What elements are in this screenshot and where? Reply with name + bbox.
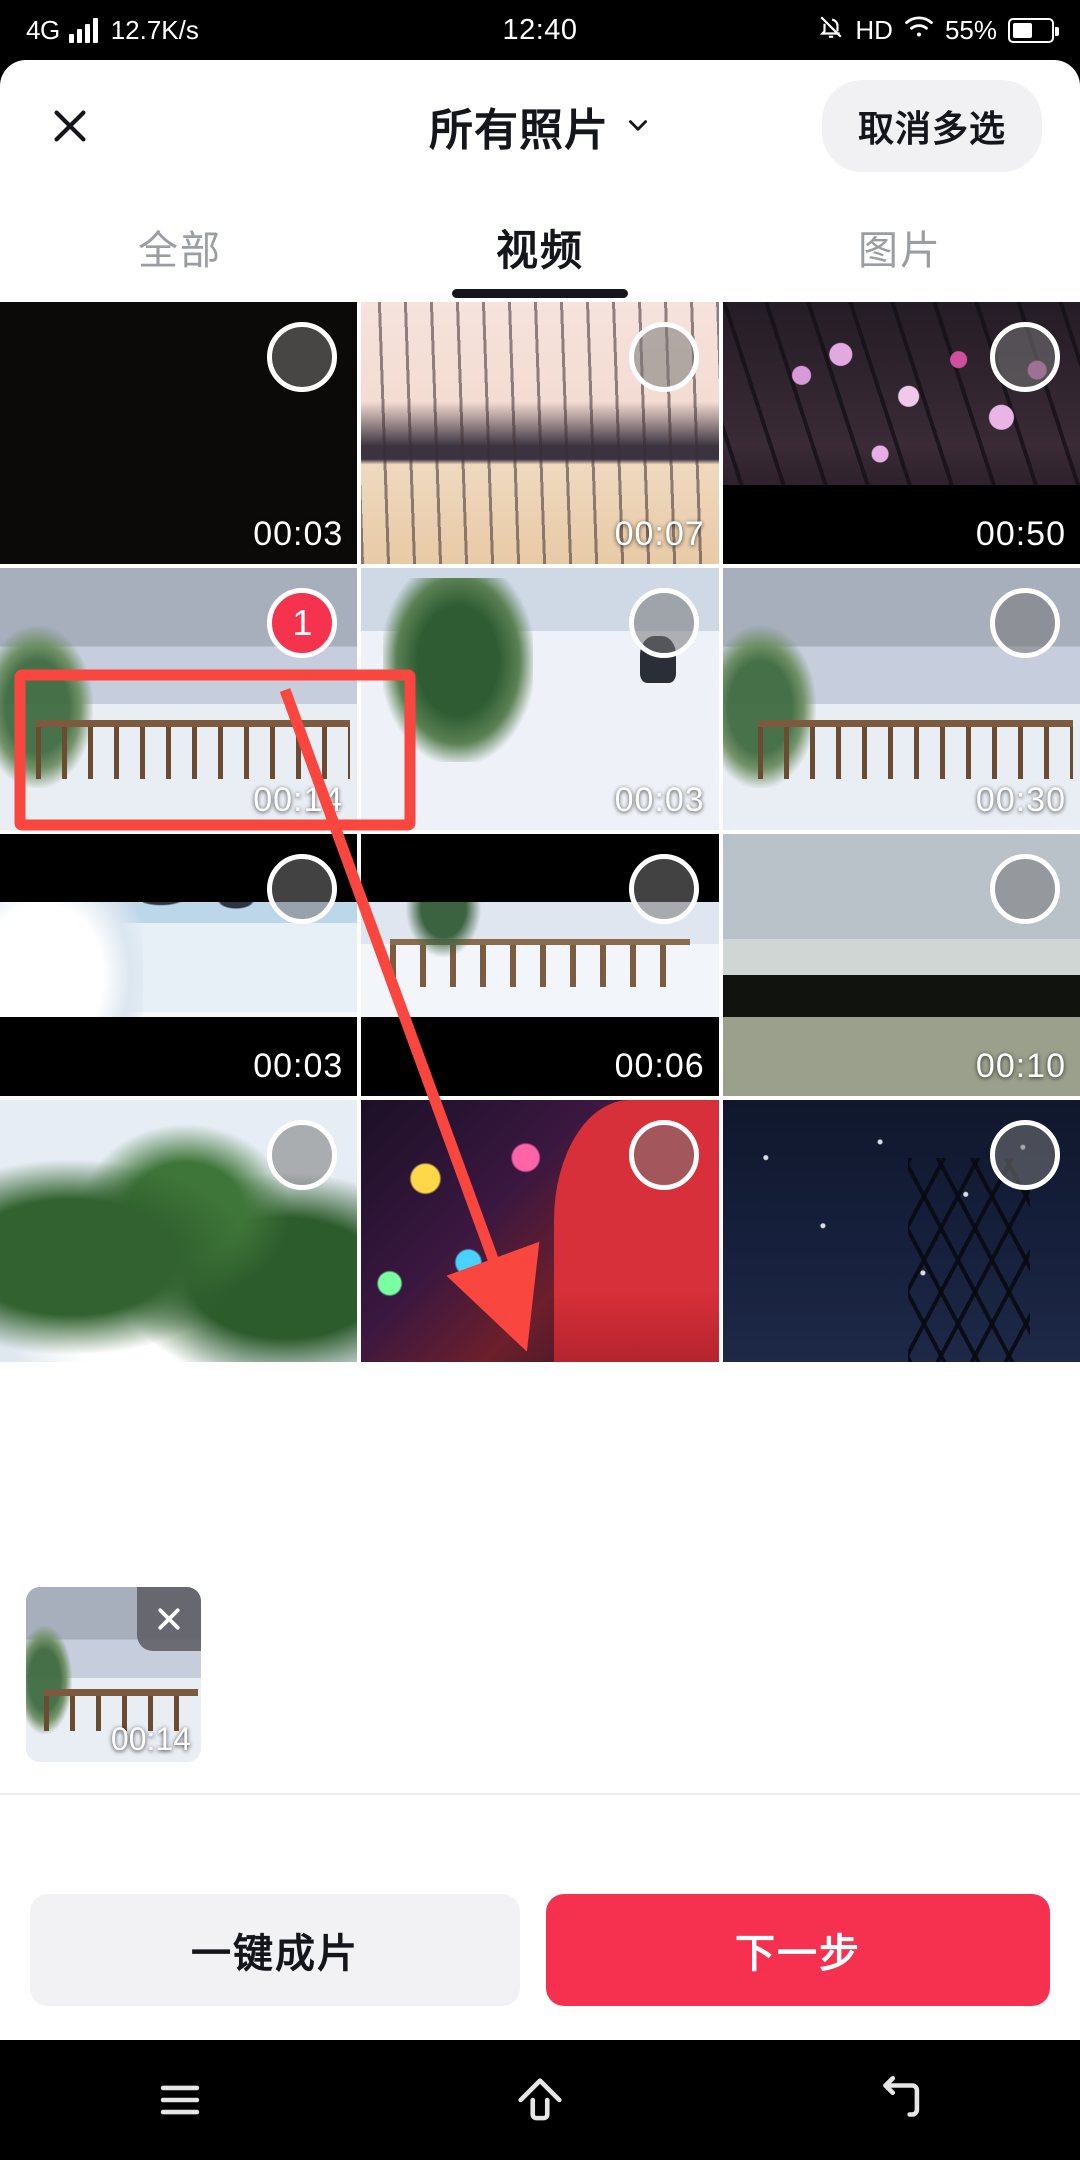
select-circle[interactable] — [990, 322, 1060, 392]
battery-percent-label: 55% — [944, 14, 997, 45]
select-circle[interactable] — [267, 1120, 338, 1190]
tab-all-label: 全部 — [138, 229, 222, 273]
select-circle[interactable] — [990, 854, 1060, 924]
duration-label: 00:07 — [614, 515, 705, 553]
media-cell-selected[interactable]: 1 00:14 — [0, 568, 358, 830]
duration-label: 00:14 — [253, 781, 344, 819]
android-navigation-bar — [0, 2040, 1080, 2160]
mute-bell-icon — [818, 12, 844, 49]
menu-icon[interactable] — [110, 2040, 250, 2160]
duration-label: 00:14 — [110, 1721, 191, 1757]
media-cell[interactable]: 00:03 — [0, 834, 358, 1096]
duration-label: 00:50 — [975, 515, 1066, 553]
selected-thumbnail[interactable]: 00:14 — [26, 1587, 201, 1762]
select-circle[interactable] — [990, 1120, 1060, 1190]
select-circle-checked[interactable]: 1 — [267, 588, 338, 658]
network-speed-label: 12.7K/s — [110, 14, 199, 45]
hd-label: HD — [855, 14, 893, 45]
media-cell[interactable]: 00:07 — [361, 302, 719, 564]
phone-screen: 4G 12.7K/s 12:40 HD 55% 所有照片 取消多选 全部 视频 … — [0, 0, 1080, 2160]
media-cell[interactable]: 00:03 — [361, 568, 719, 830]
status-right: HD 55% — [818, 12, 1059, 49]
wifi-icon — [904, 14, 934, 47]
media-cell[interactable]: 00:06 — [361, 834, 719, 1096]
select-circle[interactable] — [628, 1120, 699, 1190]
select-circle[interactable] — [628, 588, 699, 658]
status-bar: 4G 12.7K/s 12:40 HD 55% — [0, 0, 1080, 60]
media-cell[interactable] — [361, 1100, 719, 1362]
tab-image-label: 图片 — [858, 229, 942, 273]
tab-video[interactable]: 视频 — [360, 192, 720, 302]
tab-video-label: 视频 — [495, 226, 584, 274]
status-left: 4G 12.7K/s — [26, 15, 199, 46]
cancel-multiselect-button[interactable]: 取消多选 — [821, 80, 1042, 172]
signal-bars-icon — [68, 17, 98, 43]
next-step-button[interactable]: 下一步 — [546, 1894, 1050, 2006]
duration-label: 00:06 — [614, 1047, 705, 1085]
media-cell[interactable]: 00:30 — [722, 568, 1080, 830]
close-button[interactable] — [38, 94, 102, 158]
select-circle[interactable] — [628, 854, 699, 924]
tab-image[interactable]: 图片 — [720, 192, 1080, 302]
remove-selected-button[interactable] — [137, 1587, 201, 1651]
selected-items-strip: 00:14 — [0, 1565, 1080, 1795]
page-title: 所有照片 — [429, 106, 609, 155]
select-circle[interactable] — [990, 588, 1060, 658]
duration-label: 00:03 — [253, 515, 344, 553]
select-circle[interactable] — [267, 854, 338, 924]
media-cell[interactable] — [722, 1100, 1080, 1362]
photo-picker-sheet: 所有照片 取消多选 全部 视频 图片 00:03 00:07 00:50 1 0… — [0, 60, 1080, 2040]
home-icon[interactable] — [470, 2040, 610, 2160]
app-bar: 所有照片 取消多选 — [0, 60, 1080, 192]
duration-label: 00:03 — [253, 1047, 344, 1085]
duration-label: 00:10 — [975, 1047, 1066, 1085]
select-circle[interactable] — [628, 322, 699, 392]
chevron-down-icon — [625, 113, 651, 139]
media-cell[interactable]: 00:50 — [722, 302, 1080, 564]
bottom-action-bar: 一键成片 下一步 — [0, 1860, 1080, 2040]
duration-label: 00:03 — [614, 781, 705, 819]
media-cell[interactable] — [0, 1100, 358, 1362]
media-cell[interactable]: 00:10 — [722, 834, 1080, 1096]
one-click-movie-button[interactable]: 一键成片 — [30, 1894, 520, 2006]
tab-all[interactable]: 全部 — [0, 192, 360, 302]
media-grid: 00:03 00:07 00:50 1 00:14 00:03 00:30 00… — [0, 302, 1080, 1362]
media-type-tabs: 全部 视频 图片 — [0, 192, 1080, 302]
select-circle[interactable] — [267, 322, 338, 392]
battery-icon — [1008, 17, 1059, 43]
media-cell[interactable]: 00:03 — [0, 302, 358, 564]
back-icon[interactable] — [830, 2040, 970, 2160]
duration-label: 00:30 — [975, 781, 1066, 819]
network-type-label: 4G — [26, 14, 60, 45]
